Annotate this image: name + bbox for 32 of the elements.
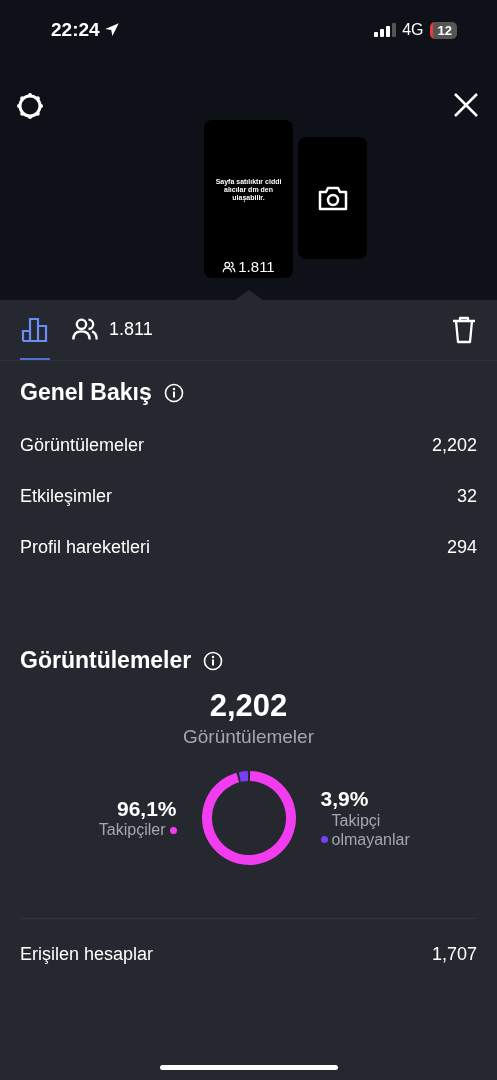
camera-card[interactable]	[298, 137, 367, 259]
metric-label: Etkileşimler	[20, 486, 112, 507]
close-icon[interactable]	[453, 92, 479, 118]
metric-value: 1,707	[431, 944, 477, 965]
bar-chart-icon	[21, 315, 49, 343]
metric-value: 32	[456, 486, 477, 507]
legend-percent: 96,1%	[116, 797, 177, 821]
info-icon[interactable]	[203, 650, 224, 671]
legend-label: Takipçiler	[98, 821, 166, 839]
metric-label: Görüntülemeler	[20, 435, 145, 456]
total-views: 2,202	[208, 688, 289, 724]
network-label: 4G	[402, 21, 424, 39]
legend-percent: 3,9%	[320, 786, 369, 811]
total-label: Görüntülemeler	[182, 726, 315, 748]
battery-indicator: 12	[429, 21, 457, 39]
clock: 22:24	[51, 19, 100, 41]
section-title: Görüntülemeler	[20, 647, 192, 674]
people-icon	[71, 317, 99, 341]
camera-icon	[316, 184, 349, 212]
tab[interactable]: 1.811	[70, 300, 154, 360]
signal-icon	[374, 23, 397, 37]
section-title: Genel Bakış	[20, 379, 152, 406]
trash-icon[interactable]	[451, 316, 477, 344]
viewer-count: 1.811	[238, 258, 275, 275]
settings-icon[interactable]	[16, 92, 44, 120]
legend-label: Takipçi olmayanlar	[331, 810, 411, 850]
metric-label: Erişilen hesaplar	[20, 944, 154, 965]
metric-value: 294	[446, 537, 477, 558]
metric-value: 2,202	[431, 435, 477, 456]
viewers-icon	[222, 260, 237, 273]
info-icon[interactable]	[163, 382, 184, 403]
metric-label: Profil hareketleri	[20, 537, 151, 558]
